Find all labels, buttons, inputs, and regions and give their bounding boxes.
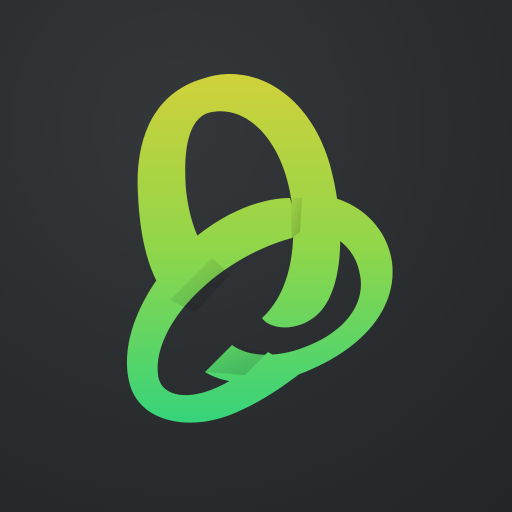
app-icon	[0, 0, 512, 512]
knot-logo-icon	[126, 74, 393, 423]
